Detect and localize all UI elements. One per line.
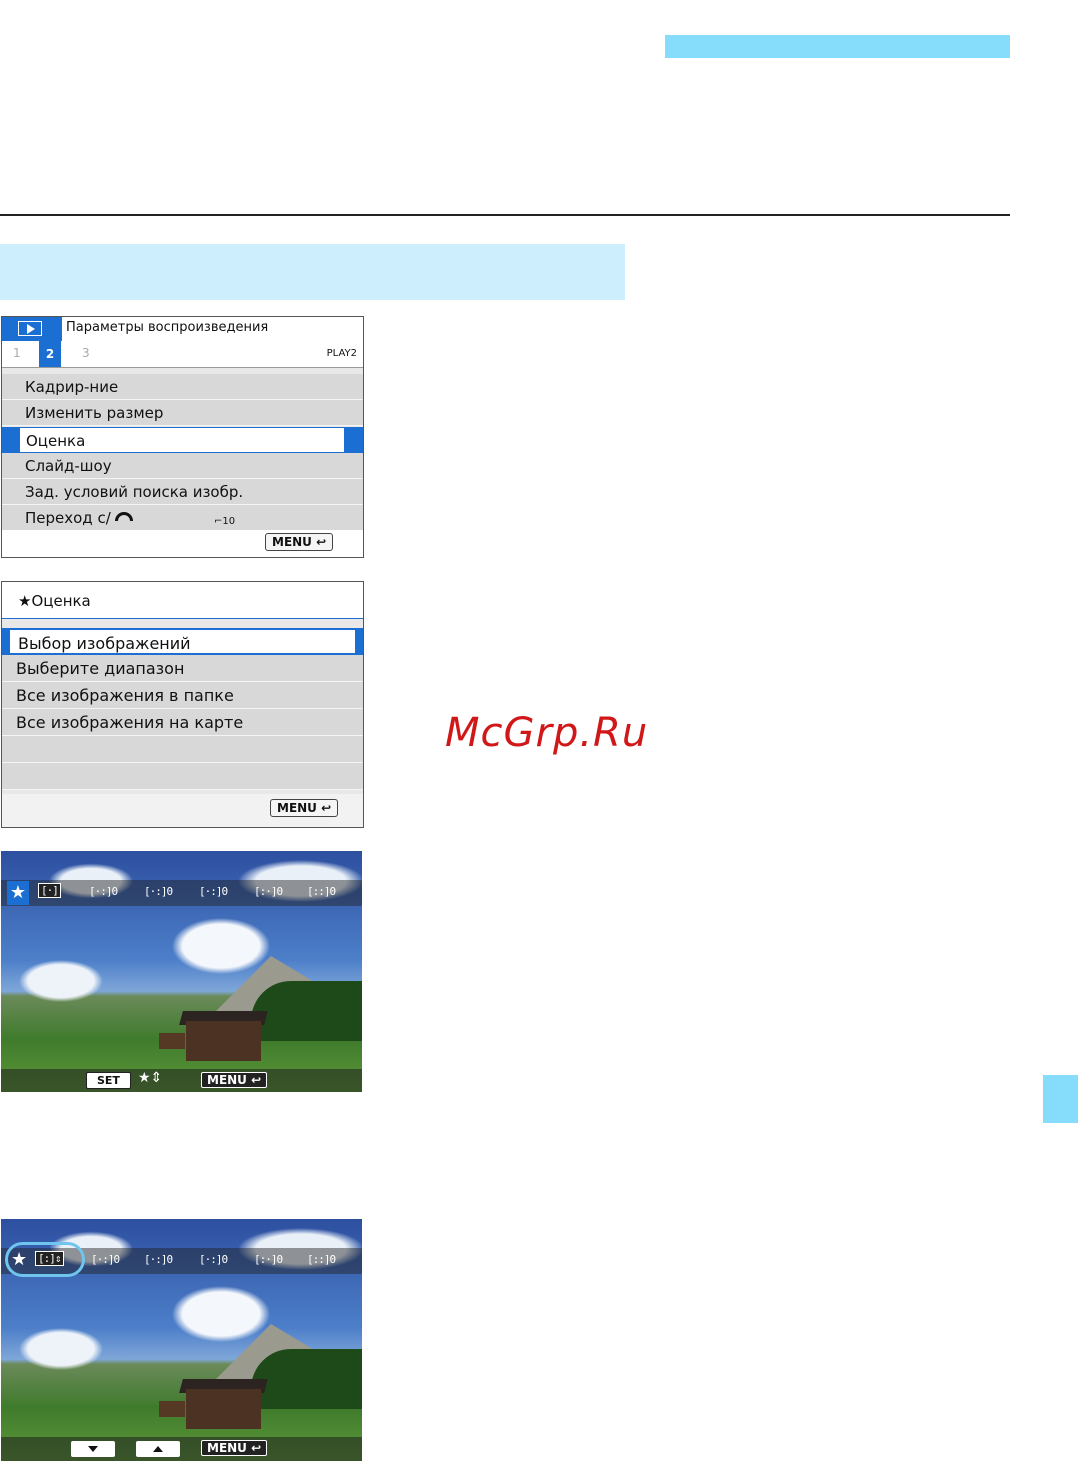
horizontal-rule bbox=[0, 214, 1010, 216]
arrow-up-button[interactable] bbox=[136, 1441, 180, 1457]
menu-item-all-in-folder[interactable]: Все изображения в папке bbox=[2, 682, 363, 709]
rating-1-icon: [·:]0 bbox=[89, 885, 118, 898]
set-button[interactable]: SET bbox=[86, 1072, 131, 1089]
menu-item-search-conditions[interactable]: Зад. условий поиска изобр. bbox=[2, 479, 363, 505]
rating-image-screen: ★ [·] [·:]0 [·:]0 [·:]0 [:·]0 [::]0 SET … bbox=[1, 851, 362, 1092]
tab-indicator: PLAY2 bbox=[326, 348, 357, 359]
rating-off-icon[interactable]: [·] bbox=[38, 883, 61, 898]
return-icon: ↩ bbox=[316, 535, 327, 549]
rating-1-icon: [·:]0 bbox=[91, 1253, 120, 1266]
rating-3-icon: [·:]0 bbox=[199, 1253, 228, 1266]
control-bar: SET ★⇕ MENU ↩ bbox=[1, 1069, 362, 1092]
jump-label: Переход с/ bbox=[25, 509, 111, 527]
menu-title: Параметры воспроизведения bbox=[66, 320, 269, 335]
rating-5-icon: [::]0 bbox=[307, 1253, 336, 1266]
menu-back-button[interactable]: MENU ↩ bbox=[201, 1440, 268, 1456]
arrow-down-button[interactable] bbox=[71, 1441, 115, 1457]
chapter-side-tab bbox=[1043, 1075, 1078, 1123]
menu-item-rating[interactable]: Оценка bbox=[19, 427, 345, 453]
rating-strip: ★ [·] [·:]0 [·:]0 [·:]0 [:·]0 [::]0 bbox=[1, 880, 362, 906]
rating-2-icon: [·:]0 bbox=[144, 885, 173, 898]
jump-value: 10 bbox=[222, 516, 236, 527]
watermark: McGrp.Ru bbox=[445, 710, 649, 756]
main-dial-icon bbox=[114, 512, 133, 521]
menu-label: MENU bbox=[207, 1441, 247, 1455]
menu-item-slideshow[interactable]: Слайд-шоу bbox=[2, 453, 363, 479]
small-hut bbox=[159, 1401, 185, 1417]
menu-item-select-images[interactable]: Выбор изображений bbox=[8, 628, 357, 655]
menu-item-jump[interactable]: Переход с/ ⌐10 bbox=[2, 505, 363, 531]
menu-label: MENU bbox=[207, 1073, 247, 1087]
playback-settings-screen: Параметры воспроизведения 1 2 3 PLAY2 Ка… bbox=[1, 316, 364, 558]
return-icon: ↩ bbox=[251, 1441, 262, 1455]
control-bar: MENU ↩ bbox=[1, 1437, 362, 1461]
playback-tab[interactable] bbox=[2, 317, 62, 341]
header-color-bar bbox=[665, 35, 1010, 58]
menu-label: MENU bbox=[277, 801, 317, 815]
menu-label: MENU bbox=[272, 535, 312, 549]
tab-3[interactable]: 3 bbox=[82, 346, 90, 360]
menu-item-empty-1 bbox=[2, 736, 363, 763]
menu-back-button[interactable]: MENU ↩ bbox=[201, 1072, 268, 1088]
menu-item-resize[interactable]: Изменить размер bbox=[2, 400, 363, 426]
selection-marker-right bbox=[345, 427, 363, 453]
tab-1[interactable]: 1 bbox=[13, 346, 21, 360]
menu-item-select-range[interactable]: Выберите диапазон bbox=[2, 655, 363, 682]
rating-3-icon: [·:]0 bbox=[199, 885, 228, 898]
menu-header: Параметры воспроизведения bbox=[2, 317, 363, 341]
rating-adjust-screen: ★ [:]⇕ [·:]0 [·:]0 [·:]0 [:·]0 [::]0 MEN… bbox=[1, 1219, 362, 1461]
play-icon bbox=[18, 321, 42, 336]
section-heading-band bbox=[0, 244, 625, 300]
selection-marker-right bbox=[357, 628, 363, 655]
small-hut bbox=[159, 1033, 185, 1049]
menu-item-crop[interactable]: Кадрир-ние bbox=[2, 374, 363, 400]
rating-screen: ★Оценка Выбор изображений Выберите диапа… bbox=[1, 581, 364, 828]
rating-header: ★Оценка bbox=[2, 582, 363, 619]
rating-4-icon: [:·]0 bbox=[254, 1253, 283, 1266]
rating-star-icon: ★ bbox=[7, 881, 29, 905]
return-icon: ↩ bbox=[251, 1073, 262, 1087]
menu-tabs: 1 2 3 PLAY2 bbox=[2, 341, 363, 368]
tab-2[interactable]: 2 bbox=[39, 341, 61, 367]
rating-4-icon: [:·]0 bbox=[254, 885, 283, 898]
rating-5-icon: [::]0 bbox=[307, 885, 336, 898]
star-updown-icon: ★⇕ bbox=[138, 1070, 163, 1086]
hut bbox=[186, 1021, 261, 1061]
menu-back-button[interactable]: MENU ↩ bbox=[270, 799, 339, 817]
menu-footer: MENU ↩ bbox=[2, 530, 363, 557]
highlight-ring bbox=[5, 1242, 85, 1277]
menu-back-button[interactable]: MENU ↩ bbox=[265, 533, 334, 551]
hut bbox=[186, 1389, 261, 1429]
return-icon: ↩ bbox=[321, 801, 332, 815]
menu-item-empty-2 bbox=[2, 763, 363, 790]
rating-2-icon: [·:]0 bbox=[144, 1253, 173, 1266]
rating-title: ★Оценка bbox=[18, 592, 91, 610]
rating-footer: MENU ↩ bbox=[2, 794, 363, 827]
selection-marker-left bbox=[2, 427, 19, 453]
menu-item-all-on-card[interactable]: Все изображения на карте bbox=[2, 709, 363, 736]
